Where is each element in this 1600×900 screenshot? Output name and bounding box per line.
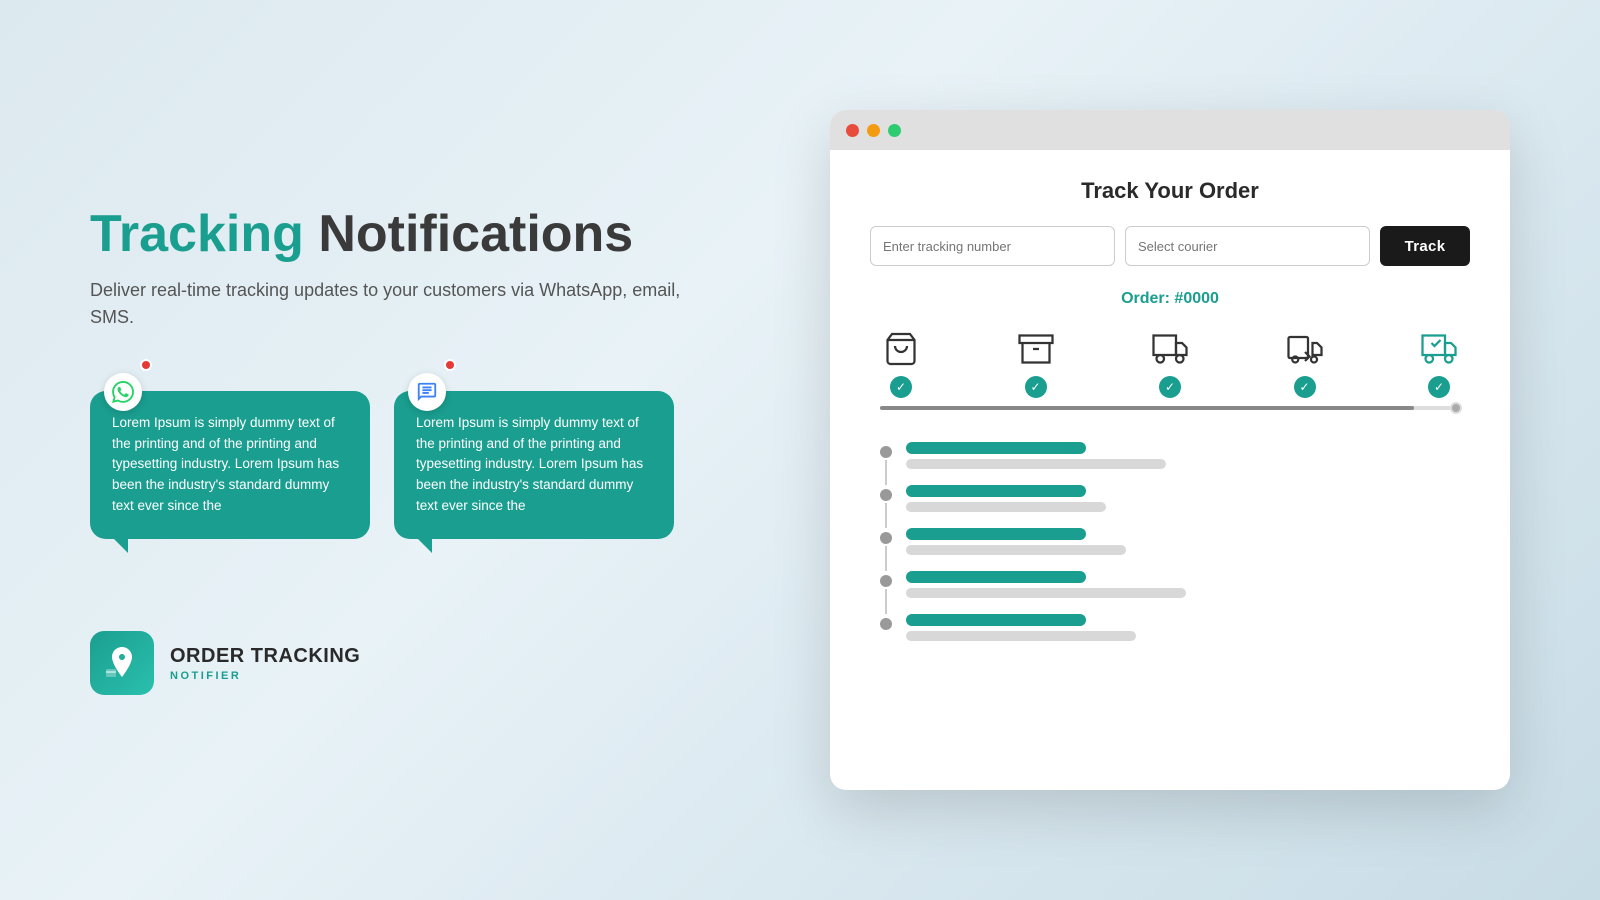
progress-dot — [1450, 402, 1462, 414]
timeline-secondary-bar — [906, 545, 1126, 555]
titlebar-dot-yellow[interactable] — [867, 124, 880, 137]
track-inputs-row: Track — [870, 226, 1470, 266]
transit-check: ✓ — [1294, 376, 1316, 398]
transit-svg — [1287, 331, 1323, 367]
brand-name: ORDER TRACKING — [170, 645, 360, 668]
timeline-content — [906, 571, 1186, 598]
brand-text-block: ORDER TRACKING NOTIFIER — [170, 645, 360, 682]
cart-check: ✓ — [890, 376, 912, 398]
timeline-content — [906, 485, 1106, 512]
package-check: ✓ — [1025, 376, 1047, 398]
timeline-content — [906, 528, 1126, 555]
brand-logo-icon — [104, 645, 140, 681]
chat-cards: Lorem Ipsum is simply dummy text of the … — [90, 371, 710, 540]
timeline-dot — [880, 532, 892, 544]
whatsapp-chat-card: Lorem Ipsum is simply dummy text of the … — [90, 391, 370, 540]
package-svg — [1018, 331, 1054, 367]
timeline-item — [880, 520, 1470, 563]
main-container: Tracking Notifications Deliver real-time… — [50, 40, 1550, 860]
timeline-content — [906, 442, 1166, 469]
browser-window: Track Your Order Track Order: #0000 — [830, 110, 1510, 790]
timeline-secondary-bar — [906, 631, 1136, 641]
timeline-primary-bar — [906, 571, 1086, 583]
timeline-item — [880, 563, 1470, 606]
browser-titlebar — [830, 110, 1510, 150]
progress-bar-container — [880, 406, 1460, 410]
timeline-primary-bar — [906, 614, 1086, 626]
cart-icon — [880, 328, 922, 370]
progress-bar-bg — [880, 406, 1460, 410]
email-notification-dot — [444, 359, 456, 371]
email-icon — [416, 381, 438, 403]
browser-content: Track Your Order Track Order: #0000 — [830, 150, 1510, 790]
truck-check: ✓ — [1159, 376, 1181, 398]
headline-block: Tracking Notifications — [90, 205, 710, 265]
timeline-item — [880, 477, 1470, 520]
order-number: Order: #0000 — [870, 290, 1470, 308]
timeline-item — [880, 434, 1470, 477]
tracking-number-input[interactable] — [870, 226, 1115, 266]
brand-logo — [90, 631, 154, 695]
status-cart-group: ✓ — [880, 328, 922, 398]
truck-icon — [1149, 328, 1191, 370]
timeline — [870, 434, 1470, 649]
delivered-svg — [1421, 331, 1457, 367]
whatsapp-notification-dot — [140, 359, 152, 371]
timeline-dot — [880, 446, 892, 458]
courier-input[interactable] — [1125, 226, 1370, 266]
email-icon-container — [408, 373, 446, 411]
status-package-group: ✓ — [1015, 328, 1057, 398]
package-icon — [1015, 328, 1057, 370]
timeline-secondary-bar — [906, 459, 1166, 469]
email-card-text: Lorem Ipsum is simply dummy text of the … — [416, 415, 643, 514]
status-truck-group: ✓ — [1149, 328, 1191, 398]
progress-bar-fill — [880, 406, 1414, 410]
headline-highlight: Tracking — [90, 205, 304, 263]
headline: Tracking Notifications — [90, 205, 710, 265]
titlebar-dot-red[interactable] — [846, 124, 859, 137]
titlebar-dot-green[interactable] — [888, 124, 901, 137]
timeline-primary-bar — [906, 528, 1086, 540]
subtitle: Deliver real-time tracking updates to yo… — [90, 277, 710, 331]
track-title: Track Your Order — [870, 178, 1470, 204]
timeline-dot — [880, 618, 892, 630]
whatsapp-card-text: Lorem Ipsum is simply dummy text of the … — [112, 415, 339, 514]
brand-bar: ORDER TRACKING NOTIFIER — [90, 631, 710, 695]
timeline-primary-bar — [906, 442, 1086, 454]
transit-icon — [1284, 328, 1326, 370]
cart-svg — [883, 331, 919, 367]
whatsapp-icon — [112, 381, 134, 403]
track-button[interactable]: Track — [1380, 226, 1470, 266]
headline-rest: Notifications — [304, 205, 633, 263]
timeline-secondary-bar — [906, 502, 1106, 512]
email-chat-card: Lorem Ipsum is simply dummy text of the … — [394, 391, 674, 540]
delivered-icon — [1418, 328, 1460, 370]
status-transit-group: ✓ — [1284, 328, 1326, 398]
status-delivered-group: ✓ — [1418, 328, 1460, 398]
timeline-content — [906, 614, 1136, 641]
timeline-item — [880, 606, 1470, 649]
timeline-secondary-bar — [906, 588, 1186, 598]
whatsapp-icon-container — [104, 373, 142, 411]
brand-sub: NOTIFIER — [170, 670, 360, 682]
timeline-dot — [880, 489, 892, 501]
left-side: Tracking Notifications Deliver real-time… — [90, 205, 710, 695]
delivered-check: ✓ — [1428, 376, 1450, 398]
status-icons-row: ✓ ✓ — [870, 328, 1470, 398]
timeline-dot — [880, 575, 892, 587]
truck-svg — [1152, 331, 1188, 367]
timeline-primary-bar — [906, 485, 1086, 497]
